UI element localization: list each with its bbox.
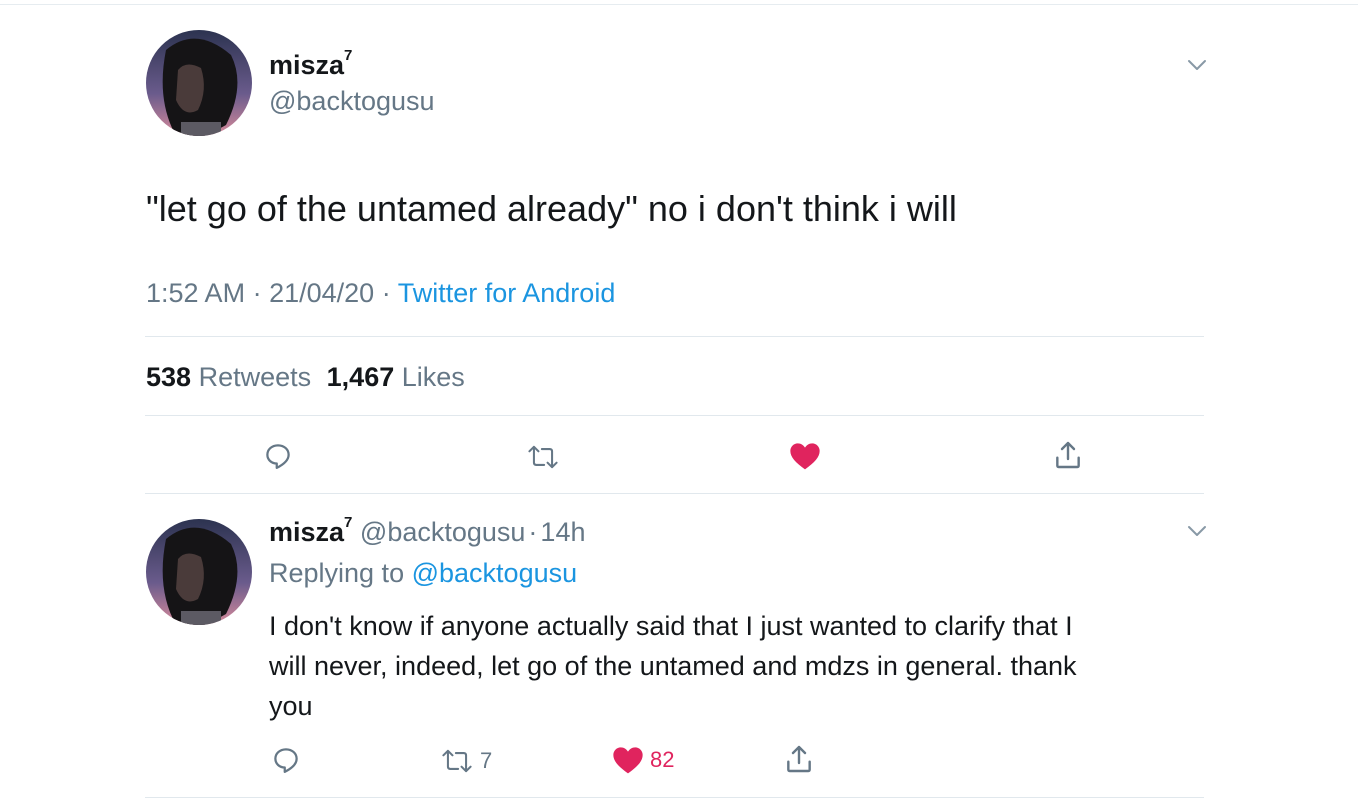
reply-text-line: will never, indeed, let go of the untame… <box>269 651 1077 681</box>
retweet-button[interactable]: 7 <box>440 747 492 775</box>
retweet-count: 7 <box>480 748 493 773</box>
tweet-time[interactable]: 1:52 AM <box>146 278 245 308</box>
separator: · <box>528 517 538 547</box>
reply-text-line: you <box>269 691 313 721</box>
tweet-date[interactable]: 21/04/20 <box>269 278 374 308</box>
replying-label: Replying to <box>269 558 405 588</box>
author-handle[interactable]: @backtogusu <box>269 86 435 117</box>
like-icon-filled <box>790 443 820 470</box>
top-border <box>0 4 1358 5</box>
reply-text-line: I don't know if anyone actually said tha… <box>269 611 1073 641</box>
likes-count: 1,467 <box>326 362 395 392</box>
tweet-meta: 1:52 AM · 21/04/20 · Twitter for Android <box>146 278 615 309</box>
author-name-superscript: 7 <box>344 47 353 64</box>
replying-to: Replying to @backtogusu <box>269 558 577 589</box>
like-icon-filled <box>613 747 643 774</box>
avatar[interactable] <box>146 30 252 136</box>
share-button[interactable] <box>1052 439 1084 471</box>
tweet-stats: 538 Retweets 1,467 Likes <box>146 362 465 393</box>
retweets-label: Retweets <box>198 362 312 392</box>
chevron-down-icon[interactable] <box>1186 58 1208 72</box>
like-button[interactable]: 82 <box>612 745 674 775</box>
tweet-text: "let go of the untamed already" no i don… <box>146 188 957 229</box>
divider <box>145 415 1204 416</box>
author-name[interactable]: misza7 <box>269 514 353 547</box>
reply-text: I don't know if anyone actually said tha… <box>269 606 1077 726</box>
divider <box>145 336 1204 337</box>
divider <box>145 493 1204 494</box>
retweets-count: 538 <box>146 362 192 392</box>
avatar[interactable] <box>146 519 252 625</box>
replying-handle-link[interactable]: @backtogusu <box>412 558 578 588</box>
likes-stat[interactable]: 1,467 Likes <box>327 362 465 392</box>
reply-button[interactable] <box>263 441 293 471</box>
author-name-text: misza <box>269 517 345 547</box>
retweets-stat[interactable]: 538 Retweets <box>146 362 319 392</box>
share-icon <box>1056 441 1080 469</box>
retweet-button[interactable] <box>526 443 560 471</box>
like-button[interactable] <box>789 441 821 471</box>
separator: · <box>381 278 391 308</box>
likes-label: Likes <box>401 362 465 392</box>
author-handle[interactable]: @backtogusu <box>360 517 526 547</box>
reply-icon <box>266 444 290 469</box>
share-icon <box>787 745 811 773</box>
reply-button[interactable] <box>271 745 301 775</box>
share-button[interactable] <box>783 743 815 775</box>
retweet-icon <box>442 749 472 773</box>
retweet-icon <box>528 445 558 469</box>
chevron-down-icon[interactable] <box>1186 524 1208 538</box>
author-name-superscript: 7 <box>344 514 353 531</box>
reply-header: misza7 @backtogusu · 14h <box>269 514 585 548</box>
reply-icon <box>274 748 298 773</box>
author-name[interactable]: misza7 <box>269 47 353 81</box>
divider <box>145 797 1204 798</box>
like-count: 82 <box>650 747 675 772</box>
separator: · <box>252 278 262 308</box>
author-name-text: misza <box>269 50 345 80</box>
tweet-source-link[interactable]: Twitter for Android <box>398 278 616 308</box>
tweet-age[interactable]: 14h <box>540 517 585 547</box>
